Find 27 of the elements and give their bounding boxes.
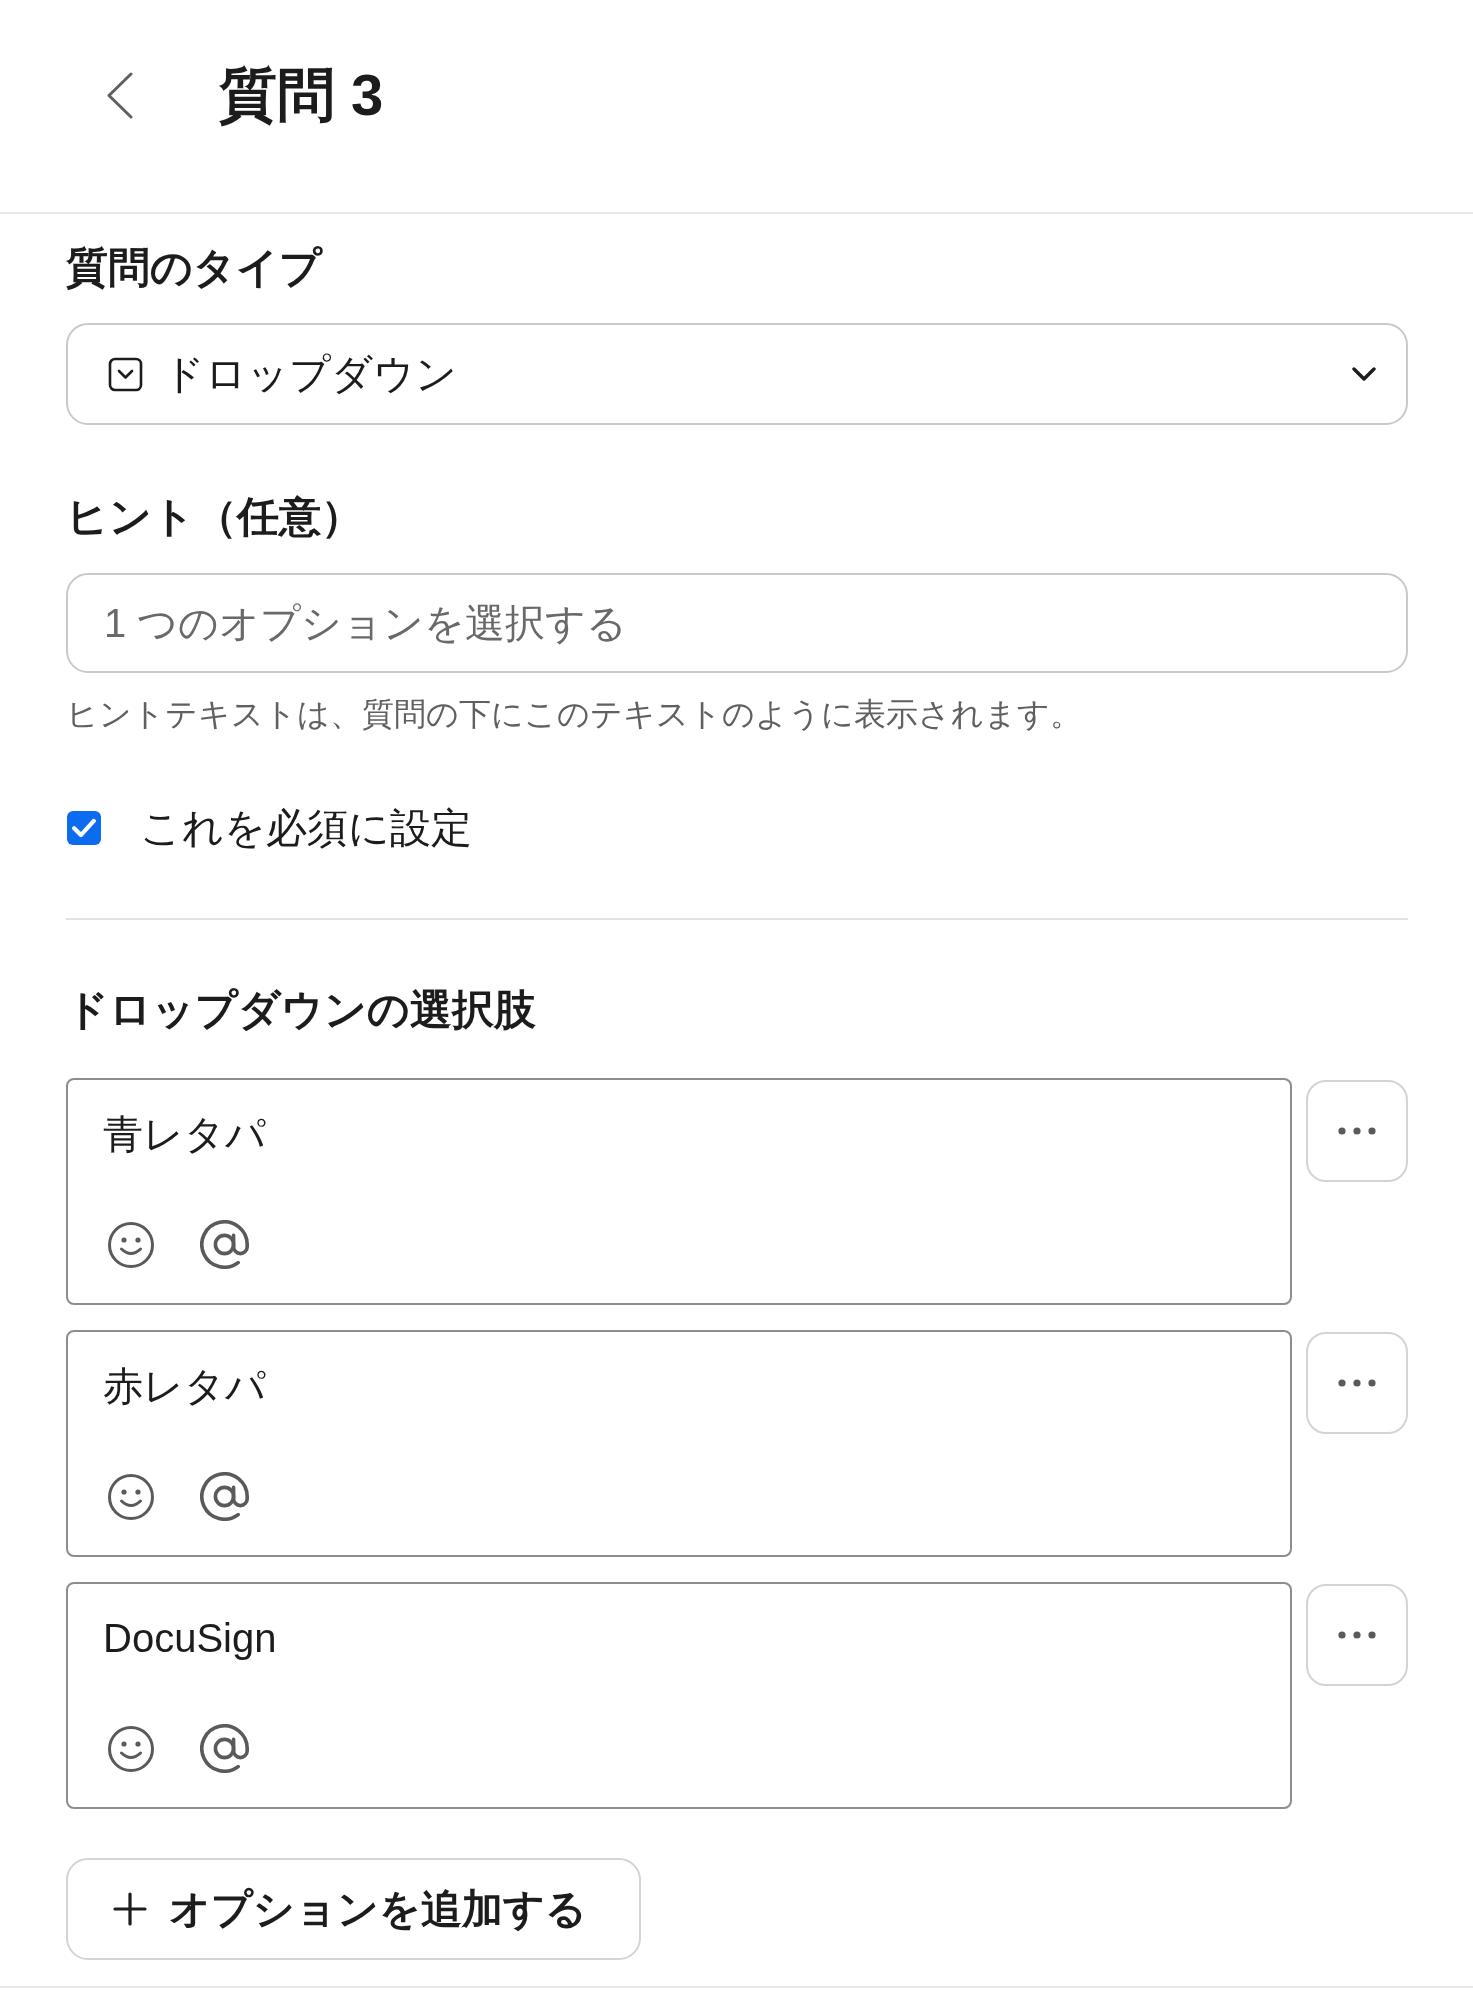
ellipsis-icon [1338,1127,1376,1135]
checkbox-label: これを必須に設定 [140,804,472,853]
help-text: ヒントテキストは、質問の下にこのテキストのように表示されます。 [66,695,1082,734]
emoji-icon[interactable] [107,1724,155,1773]
at-sign-icon[interactable] [200,1724,249,1773]
at-sign-icon[interactable] [200,1220,249,1269]
option-input[interactable]: 青レタパ [66,1078,1292,1305]
back-icon[interactable] [106,71,134,119]
section-heading: ドロップダウンの選択肢 [66,985,536,1035]
ellipsis-icon [1338,1379,1376,1387]
emoji-icon[interactable] [107,1220,155,1269]
add-option-button[interactable]: オプションを追加する [66,1858,641,1960]
field-label: ヒント（任意） [66,492,363,542]
emoji-icon[interactable] [107,1472,155,1521]
ellipsis-icon [1338,1631,1376,1639]
option-input[interactable]: 赤レタパ [66,1330,1292,1557]
chevron-down-icon [1352,367,1376,381]
plus-icon [113,1892,147,1926]
dropdown-list-icon [108,356,143,392]
question-type-select[interactable]: ドロップダウン [66,323,1408,425]
option-input[interactable]: DocuSign [66,1582,1292,1809]
checkmark-icon [72,816,96,840]
page-title: 質問 3 [219,61,384,129]
field-label: 質問のタイプ [66,243,322,293]
at-sign-icon[interactable] [200,1472,249,1521]
checkbox[interactable] [67,811,101,845]
hint-input[interactable]: 1 つのオプションを選択する [66,573,1408,673]
